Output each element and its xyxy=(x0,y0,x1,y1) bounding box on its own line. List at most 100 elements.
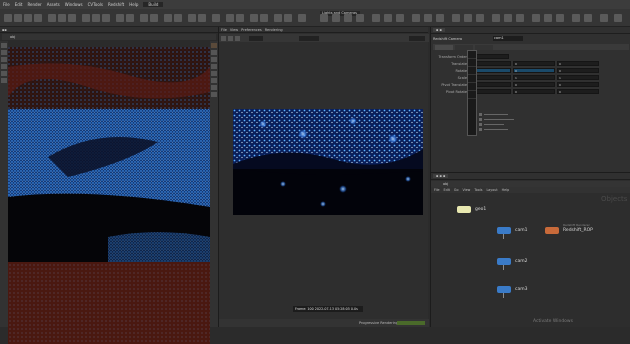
select-tool-icon[interactable] xyxy=(1,43,7,48)
network-menu-layout[interactable]: Layout xyxy=(486,188,497,192)
network-menu-help[interactable]: Help xyxy=(502,188,510,192)
scale-y-field[interactable]: 1 xyxy=(513,75,555,80)
shelf-tool-icon[interactable] xyxy=(164,14,172,22)
shelf-tool-icon[interactable] xyxy=(174,14,182,22)
menu-assets[interactable]: Assets xyxy=(47,2,60,7)
network-menu-file[interactable]: File xyxy=(434,188,440,192)
left-viewer-path[interactable]: obj xyxy=(2,35,15,39)
tab-network[interactable]: ▪ ▪ ▪ xyxy=(433,174,449,178)
shelf-tool-icon[interactable] xyxy=(544,14,552,22)
param-tab-transform[interactable] xyxy=(435,44,453,50)
rotate-tool-icon[interactable] xyxy=(1,57,7,62)
display-option-icon[interactable] xyxy=(211,78,217,83)
display-option-icon[interactable] xyxy=(211,43,217,48)
pivot-translate-y-field[interactable]: 0 xyxy=(513,82,555,87)
shelf-tool-icon[interactable] xyxy=(452,14,460,22)
snapshot-icon[interactable] xyxy=(235,35,240,41)
shelf-tool-icon[interactable] xyxy=(532,14,540,22)
pivot-translate-z-field[interactable]: 0 xyxy=(557,82,599,87)
shelf-tool-icon[interactable] xyxy=(600,14,608,22)
network-menu-edit[interactable]: Edit xyxy=(444,188,450,192)
menu-help[interactable]: Help xyxy=(129,2,138,7)
node-cam3[interactable] xyxy=(497,286,511,293)
shelf-tool-icon[interactable] xyxy=(464,14,472,22)
shelf-tool-icon[interactable] xyxy=(320,14,328,22)
node-cam2[interactable] xyxy=(497,258,511,265)
shelf-tool-icon[interactable] xyxy=(102,14,110,22)
rotate-z-field[interactable]: 0 xyxy=(557,68,599,73)
shelf-tool-icon[interactable] xyxy=(572,14,580,22)
shelf-tool-icon[interactable] xyxy=(212,14,220,22)
network-menu-view[interactable]: View xyxy=(463,188,471,192)
dropdown-option[interactable] xyxy=(468,67,476,75)
shelf-tool-icon[interactable] xyxy=(504,14,512,22)
menu-cvtools[interactable]: CVTools xyxy=(88,2,103,7)
render-start-icon[interactable] xyxy=(221,35,226,41)
shelf-tool-icon[interactable] xyxy=(92,14,100,22)
shelf-tool-icon[interactable] xyxy=(250,14,258,22)
menu-windows[interactable]: Windows xyxy=(65,2,83,7)
node-cam1[interactable] xyxy=(497,227,511,234)
shelf-tool-icon[interactable] xyxy=(4,14,12,22)
display-option-icon[interactable] xyxy=(211,71,217,76)
rotate-y-field[interactable]: 0 xyxy=(513,68,555,73)
display-option-icon[interactable] xyxy=(211,85,217,90)
dropdown-option[interactable] xyxy=(468,83,476,91)
shelf-tool-icon[interactable] xyxy=(116,14,124,22)
display-option-icon[interactable] xyxy=(211,50,217,55)
shelf-tool-icon[interactable] xyxy=(34,14,42,22)
checkbox[interactable] xyxy=(479,118,482,121)
display-option-icon[interactable] xyxy=(211,92,217,97)
handle-tool-icon[interactable] xyxy=(1,71,7,76)
shelf-tool-icon[interactable] xyxy=(556,14,564,22)
shelf-tool-icon[interactable] xyxy=(356,14,364,22)
display-option-icon[interactable] xyxy=(211,57,217,62)
render-menu-file[interactable]: File xyxy=(221,28,227,32)
dropdown-option[interactable] xyxy=(468,75,476,83)
camera-select[interactable] xyxy=(249,35,263,41)
scene-viewport[interactable] xyxy=(8,47,210,344)
shelf-tool-icon[interactable] xyxy=(424,14,432,22)
shelf-tool-icon[interactable] xyxy=(150,14,158,22)
pivot-rotate-z-field[interactable]: 0 xyxy=(557,89,599,94)
tab-parameters[interactable]: ▪ ▪ xyxy=(433,28,445,32)
aov-select[interactable] xyxy=(299,35,319,41)
display-option-icon[interactable] xyxy=(211,64,217,69)
menu-file[interactable]: File xyxy=(3,2,10,7)
shelf-tool-icon[interactable] xyxy=(68,14,76,22)
shelf-tool-icon[interactable] xyxy=(396,14,404,22)
shelf-tool-icon[interactable] xyxy=(436,14,444,22)
zoom-select[interactable] xyxy=(409,35,425,41)
shelf-tool-icon[interactable] xyxy=(48,14,56,22)
desktop-select[interactable]: Build xyxy=(143,2,164,7)
shelf-tool-icon[interactable] xyxy=(58,14,66,22)
dropdown-option[interactable] xyxy=(468,91,476,99)
render-stop-icon[interactable] xyxy=(228,35,233,41)
shelf-tool-icon[interactable] xyxy=(274,14,282,22)
shelf-tool-icon[interactable] xyxy=(126,14,134,22)
checkbox[interactable] xyxy=(479,113,482,116)
network-menu-go[interactable]: Go xyxy=(454,188,459,192)
shelf-tool-icon[interactable] xyxy=(82,14,90,22)
shelf-tool-icon[interactable] xyxy=(284,14,292,22)
move-tool-icon[interactable] xyxy=(1,50,7,55)
shelf-tool-icon[interactable] xyxy=(236,14,244,22)
render-menu-view[interactable]: View xyxy=(230,28,238,32)
shelf-tool-icon[interactable] xyxy=(260,14,268,22)
menu-edit[interactable]: Edit xyxy=(15,2,23,7)
network-path[interactable]: obj xyxy=(443,182,448,186)
shelf-tool-icon[interactable] xyxy=(24,14,32,22)
pivot-rotate-y-field[interactable]: 0 xyxy=(513,89,555,94)
param-tab-view[interactable] xyxy=(475,44,493,50)
menu-redshift[interactable]: Redshift xyxy=(108,2,124,7)
shelf-tool-icon[interactable] xyxy=(492,14,500,22)
tab-scene-view[interactable]: ▪▪ xyxy=(2,28,7,32)
dropdown-option[interactable] xyxy=(468,51,476,59)
checkbox[interactable] xyxy=(479,128,482,131)
pose-tool-icon[interactable] xyxy=(1,78,7,83)
network-menu-tools[interactable]: Tools xyxy=(474,188,482,192)
shelf-tool-icon[interactable] xyxy=(226,14,234,22)
node-geo1[interactable] xyxy=(457,206,471,213)
dropdown-option[interactable] xyxy=(468,59,476,67)
translate-z-field[interactable]: 0 xyxy=(557,61,599,66)
